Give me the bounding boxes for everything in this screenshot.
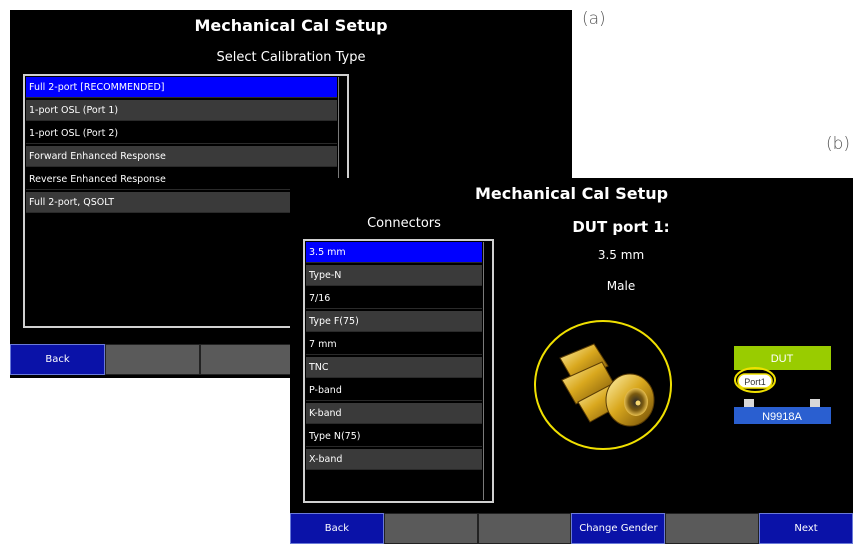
screen-title: Mechanical Cal Setup <box>474 184 669 203</box>
softkey-2[interactable] <box>383 513 478 544</box>
list-item[interactable]: Full 2-port [RECOMMENDED] <box>26 77 337 98</box>
list-item[interactable]: Forward Enhanced Response <box>26 146 337 167</box>
connector-image <box>534 320 672 450</box>
list-item[interactable]: Type F(75) <box>306 311 482 332</box>
list-item[interactable]: K-band <box>306 403 482 424</box>
softkey-2[interactable] <box>105 344 200 375</box>
list-item[interactable]: X-band <box>306 449 482 470</box>
list-item[interactable]: 1-port OSL (Port 2) <box>26 123 337 144</box>
list-item[interactable]: 7 mm <box>306 334 482 355</box>
list-scrollbar[interactable] <box>483 242 491 500</box>
softkey-3[interactable] <box>200 344 295 375</box>
list-item[interactable]: 3.5 mm <box>306 242 482 263</box>
back-button[interactable]: Back <box>290 513 384 544</box>
panel-label-b: (b) <box>826 134 851 154</box>
next-button[interactable]: Next <box>759 513 853 544</box>
softkey-bar: Back Change Gender Next <box>290 513 853 544</box>
list-item[interactable]: Type N(75) <box>306 426 482 447</box>
dut-diagram: DUT N9918A Port1 <box>734 346 831 424</box>
softkey-3[interactable] <box>477 513 572 544</box>
connector-body-icon <box>559 343 655 427</box>
dut-label: DUT <box>771 353 794 365</box>
list-item[interactable]: 1-port OSL (Port 1) <box>26 100 337 121</box>
list-item[interactable]: Type-N <box>306 265 482 286</box>
screen-title: Mechanical Cal Setup <box>194 16 388 35</box>
port-label: Port1 <box>744 377 766 387</box>
list-item[interactable]: 7/16 <box>306 288 482 309</box>
screen-subtitle: Select Calibration Type <box>216 50 366 65</box>
list-item[interactable]: TNC <box>306 357 482 378</box>
dut-port-label: DUT port 1: <box>572 218 670 236</box>
softkey-5[interactable] <box>665 513 760 544</box>
list-item[interactable]: P-band <box>306 380 482 401</box>
connector-list[interactable]: 3.5 mm Type-N 7/16 Type F(75) 7 mm TNC P… <box>303 239 494 503</box>
connector-screen: Mechanical Cal Setup Connectors DUT port… <box>290 178 853 544</box>
panel-label-a: (a) <box>582 9 606 29</box>
change-gender-button[interactable]: Change Gender <box>571 513 666 544</box>
gender-value: Male <box>606 279 636 293</box>
instrument-label: N9918A <box>762 411 802 423</box>
back-button[interactable]: Back <box>10 344 105 375</box>
connectors-heading: Connectors <box>367 216 441 231</box>
connector-type-value: 3.5 mm <box>597 248 645 262</box>
